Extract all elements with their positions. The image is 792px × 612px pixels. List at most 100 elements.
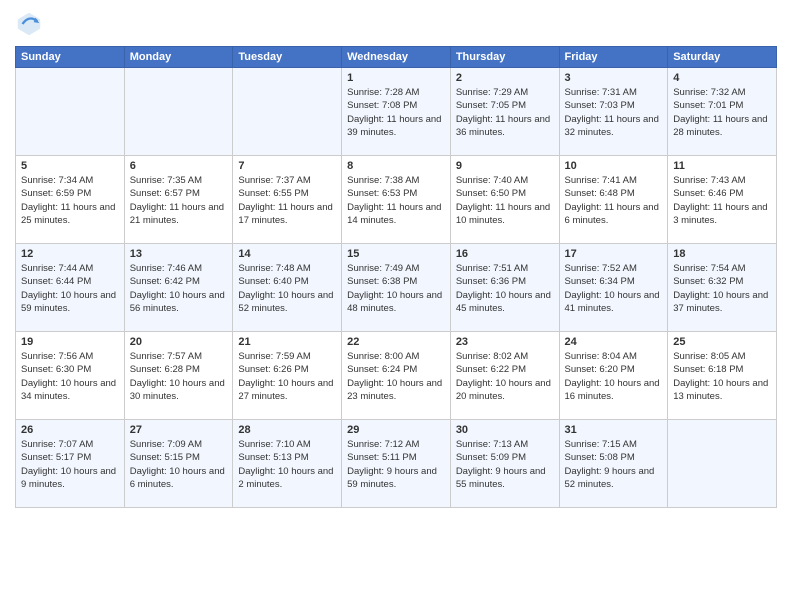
- cell-w1-d3: 8 Sunrise: 7:38 AMSunset: 6:53 PMDaylight…: [342, 156, 451, 244]
- day-number: 29: [347, 424, 445, 436]
- cell-w4-d0: 26 Sunrise: 7:07 AMSunset: 5:17 PMDayligh…: [16, 420, 125, 508]
- cell-w2-d5: 17 Sunrise: 7:52 AMSunset: 6:34 PMDayligh…: [559, 244, 668, 332]
- day-info: Sunrise: 7:32 AMSunset: 7:01 PMDaylight:…: [673, 86, 771, 139]
- day-number: 1: [347, 72, 445, 84]
- cell-w2-d6: 18 Sunrise: 7:54 AMSunset: 6:32 PMDayligh…: [668, 244, 777, 332]
- day-info: Sunrise: 7:37 AMSunset: 6:55 PMDaylight:…: [238, 174, 336, 227]
- day-number: 14: [238, 248, 336, 260]
- header: [15, 10, 777, 38]
- cell-w0-d6: 4Sunrise: 7:32 AMSunset: 7:01 PMDaylight…: [668, 68, 777, 156]
- header-friday: Friday: [559, 47, 668, 68]
- cell-w1-d6: 11 Sunrise: 7:43 AMSunset: 6:46 PMDayligh…: [668, 156, 777, 244]
- day-number: 9: [456, 160, 554, 172]
- cell-w4-d6: [668, 420, 777, 508]
- day-number: 26: [21, 424, 119, 436]
- cell-w3-d3: 22 Sunrise: 8:00 AMSunset: 6:24 PMDayligh…: [342, 332, 451, 420]
- day-number: 22: [347, 336, 445, 348]
- day-number: 15: [347, 248, 445, 260]
- cell-w2-d0: 12 Sunrise: 7:44 AMSunset: 6:44 PMDayligh…: [16, 244, 125, 332]
- day-info: Sunrise: 7:07 AMSunset: 5:17 PMDaylight:…: [21, 438, 119, 491]
- day-info: Sunrise: 7:40 AMSunset: 6:50 PMDaylight:…: [456, 174, 554, 227]
- day-info: Sunrise: 7:46 AMSunset: 6:42 PMDaylight:…: [130, 262, 228, 315]
- day-info: Sunrise: 7:09 AMSunset: 5:15 PMDaylight:…: [130, 438, 228, 491]
- cell-w0-d0: [16, 68, 125, 156]
- day-number: 25: [673, 336, 771, 348]
- header-tuesday: Tuesday: [233, 47, 342, 68]
- day-info: Sunrise: 7:52 AMSunset: 6:34 PMDaylight:…: [565, 262, 663, 315]
- day-number: 28: [238, 424, 336, 436]
- day-info: Sunrise: 7:43 AMSunset: 6:46 PMDaylight:…: [673, 174, 771, 227]
- cell-w4-d3: 29 Sunrise: 7:12 AMSunset: 5:11 PMDayligh…: [342, 420, 451, 508]
- calendar-table: SundayMondayTuesdayWednesdayThursdayFrid…: [15, 46, 777, 508]
- day-number: 13: [130, 248, 228, 260]
- week-row-1: 5 Sunrise: 7:34 AMSunset: 6:59 PMDaylight…: [16, 156, 777, 244]
- day-number: 12: [21, 248, 119, 260]
- day-info: Sunrise: 8:05 AMSunset: 6:18 PMDaylight:…: [673, 350, 771, 403]
- cell-w3-d1: 20 Sunrise: 7:57 AMSunset: 6:28 PMDayligh…: [124, 332, 233, 420]
- header-row: SundayMondayTuesdayWednesdayThursdayFrid…: [16, 47, 777, 68]
- day-number: 7: [238, 160, 336, 172]
- logo-icon: [15, 10, 43, 38]
- day-info: Sunrise: 7:38 AMSunset: 6:53 PMDaylight:…: [347, 174, 445, 227]
- week-row-2: 12 Sunrise: 7:44 AMSunset: 6:44 PMDayligh…: [16, 244, 777, 332]
- page: SundayMondayTuesdayWednesdayThursdayFrid…: [0, 0, 792, 612]
- day-number: 10: [565, 160, 663, 172]
- cell-w1-d1: 6Sunrise: 7:35 AMSunset: 6:57 PMDaylight…: [124, 156, 233, 244]
- day-info: Sunrise: 7:10 AMSunset: 5:13 PMDaylight:…: [238, 438, 336, 491]
- cell-w3-d5: 24Sunrise: 8:04 AMSunset: 6:20 PMDayligh…: [559, 332, 668, 420]
- day-info: Sunrise: 7:15 AMSunset: 5:08 PMDaylight:…: [565, 438, 663, 491]
- day-info: Sunrise: 8:02 AMSunset: 6:22 PMDaylight:…: [456, 350, 554, 403]
- cell-w2-d2: 14 Sunrise: 7:48 AMSunset: 6:40 PMDayligh…: [233, 244, 342, 332]
- cell-w0-d2: [233, 68, 342, 156]
- day-number: 11: [673, 160, 771, 172]
- day-number: 16: [456, 248, 554, 260]
- cell-w4-d2: 28 Sunrise: 7:10 AMSunset: 5:13 PMDayligh…: [233, 420, 342, 508]
- day-info: Sunrise: 7:31 AMSunset: 7:03 PMDaylight:…: [565, 86, 663, 139]
- day-info: Sunrise: 7:34 AMSunset: 6:59 PMDaylight:…: [21, 174, 119, 227]
- cell-w4-d5: 31 Sunrise: 7:15 AMSunset: 5:08 PMDayligh…: [559, 420, 668, 508]
- cell-w1-d0: 5 Sunrise: 7:34 AMSunset: 6:59 PMDaylight…: [16, 156, 125, 244]
- day-info: Sunrise: 7:57 AMSunset: 6:28 PMDaylight:…: [130, 350, 228, 403]
- cell-w2-d1: 13 Sunrise: 7:46 AMSunset: 6:42 PMDayligh…: [124, 244, 233, 332]
- cell-w2-d4: 16 Sunrise: 7:51 AMSunset: 6:36 PMDayligh…: [450, 244, 559, 332]
- cell-w2-d3: 15 Sunrise: 7:49 AMSunset: 6:38 PMDayligh…: [342, 244, 451, 332]
- day-info: Sunrise: 7:35 AMSunset: 6:57 PMDaylight:…: [130, 174, 228, 227]
- day-info: Sunrise: 7:59 AMSunset: 6:26 PMDaylight:…: [238, 350, 336, 403]
- cell-w3-d4: 23 Sunrise: 8:02 AMSunset: 6:22 PMDayligh…: [450, 332, 559, 420]
- day-info: Sunrise: 7:28 AMSunset: 7:08 PMDaylight:…: [347, 86, 445, 139]
- cell-w0-d3: 1 Sunrise: 7:28 AMSunset: 7:08 PMDaylight…: [342, 68, 451, 156]
- header-wednesday: Wednesday: [342, 47, 451, 68]
- day-info: Sunrise: 7:54 AMSunset: 6:32 PMDaylight:…: [673, 262, 771, 315]
- day-info: Sunrise: 7:49 AMSunset: 6:38 PMDaylight:…: [347, 262, 445, 315]
- day-number: 31: [565, 424, 663, 436]
- day-info: Sunrise: 8:00 AMSunset: 6:24 PMDaylight:…: [347, 350, 445, 403]
- header-monday: Monday: [124, 47, 233, 68]
- day-number: 8: [347, 160, 445, 172]
- week-row-4: 26 Sunrise: 7:07 AMSunset: 5:17 PMDayligh…: [16, 420, 777, 508]
- day-number: 18: [673, 248, 771, 260]
- day-number: 23: [456, 336, 554, 348]
- day-info: Sunrise: 7:29 AMSunset: 7:05 PMDaylight:…: [456, 86, 554, 139]
- day-number: 5: [21, 160, 119, 172]
- day-info: Sunrise: 7:13 AMSunset: 5:09 PMDaylight:…: [456, 438, 554, 491]
- cell-w1-d5: 10 Sunrise: 7:41 AMSunset: 6:48 PMDayligh…: [559, 156, 668, 244]
- day-info: Sunrise: 7:12 AMSunset: 5:11 PMDaylight:…: [347, 438, 445, 491]
- cell-w0-d5: 3Sunrise: 7:31 AMSunset: 7:03 PMDaylight…: [559, 68, 668, 156]
- day-info: Sunrise: 7:48 AMSunset: 6:40 PMDaylight:…: [238, 262, 336, 315]
- header-sunday: Sunday: [16, 47, 125, 68]
- day-info: Sunrise: 7:41 AMSunset: 6:48 PMDaylight:…: [565, 174, 663, 227]
- week-row-3: 19Sunrise: 7:56 AMSunset: 6:30 PMDayligh…: [16, 332, 777, 420]
- header-saturday: Saturday: [668, 47, 777, 68]
- day-info: Sunrise: 7:51 AMSunset: 6:36 PMDaylight:…: [456, 262, 554, 315]
- cell-w3-d2: 21Sunrise: 7:59 AMSunset: 6:26 PMDayligh…: [233, 332, 342, 420]
- day-number: 20: [130, 336, 228, 348]
- day-info: Sunrise: 7:44 AMSunset: 6:44 PMDaylight:…: [21, 262, 119, 315]
- cell-w4-d4: 30Sunrise: 7:13 AMSunset: 5:09 PMDayligh…: [450, 420, 559, 508]
- cell-w1-d4: 9 Sunrise: 7:40 AMSunset: 6:50 PMDaylight…: [450, 156, 559, 244]
- logo: [15, 10, 47, 38]
- cell-w1-d2: 7 Sunrise: 7:37 AMSunset: 6:55 PMDaylight…: [233, 156, 342, 244]
- day-number: 17: [565, 248, 663, 260]
- cell-w0-d1: [124, 68, 233, 156]
- cell-w3-d0: 19Sunrise: 7:56 AMSunset: 6:30 PMDayligh…: [16, 332, 125, 420]
- header-thursday: Thursday: [450, 47, 559, 68]
